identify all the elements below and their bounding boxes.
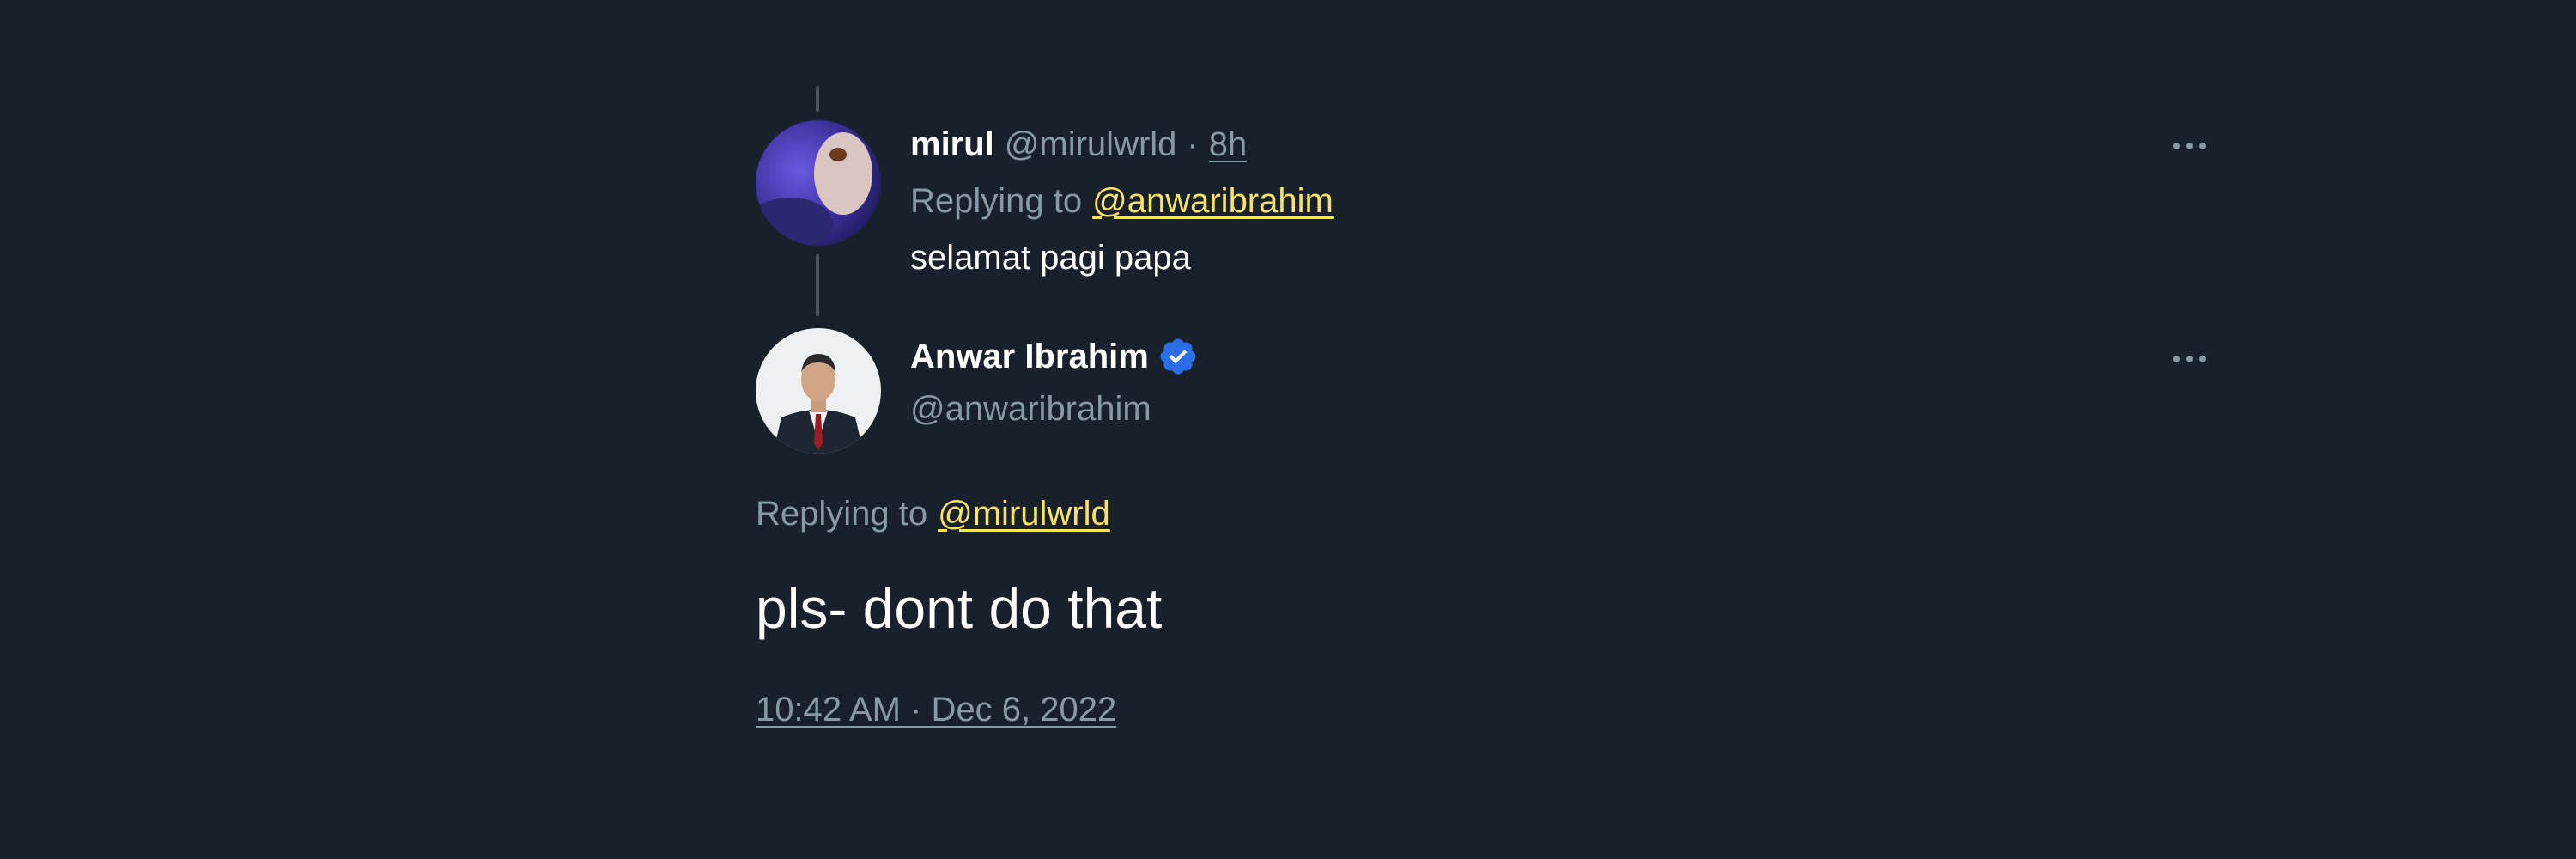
- main-tweet-text: pls- dont do that: [756, 576, 1163, 640]
- reply-display-name[interactable]: mirul: [910, 125, 994, 164]
- main-replying-to-label: Replying to: [756, 495, 928, 533]
- main-timestamp-link[interactable]: 10:42 AM · Dec 6, 2022: [756, 691, 1116, 729]
- more-dot: [2199, 143, 2206, 149]
- main-display-name[interactable]: Anwar Ibrahim: [910, 338, 1149, 376]
- reply-separator: ·: [1187, 125, 1199, 163]
- reply-header: mirul @mirulwrld · 8h: [910, 125, 1247, 168]
- main-more-options-button[interactable]: [2164, 346, 2215, 372]
- reply-text: selamat pagi papa: [910, 239, 1191, 277]
- verified-badge-icon: [1157, 336, 1199, 377]
- reply-more-options-button[interactable]: [2164, 133, 2215, 159]
- thread-line-top: [816, 86, 819, 112]
- main-replying-to: Replying to @mirulwrld: [756, 495, 1110, 538]
- avatar-anwar[interactable]: [756, 328, 881, 454]
- main-mention-link[interactable]: @mirulwrld: [938, 495, 1110, 538]
- main-handle[interactable]: @anwaribrahim: [910, 390, 1151, 429]
- more-dot: [2173, 356, 2180, 362]
- reply-mention-link[interactable]: @anwaribrahim: [1092, 182, 1334, 225]
- more-dot: [2173, 143, 2180, 149]
- avatar-mirul[interactable]: [756, 120, 881, 246]
- more-dot: [2186, 356, 2193, 362]
- more-dot: [2199, 356, 2206, 362]
- main-header: Anwar Ibrahim: [910, 335, 1199, 378]
- avatar-mirul-image: [756, 120, 881, 246]
- reply-handle[interactable]: @mirulwrld: [1005, 125, 1177, 164]
- reply-replying-to-label: Replying to: [910, 182, 1083, 220]
- reply-time-link[interactable]: 8h: [1209, 125, 1248, 164]
- avatar-anwar-image: [756, 328, 881, 454]
- thread-line-middle: [816, 254, 819, 316]
- more-dot: [2186, 143, 2193, 149]
- reply-replying-to: Replying to @anwaribrahim: [910, 182, 1334, 225]
